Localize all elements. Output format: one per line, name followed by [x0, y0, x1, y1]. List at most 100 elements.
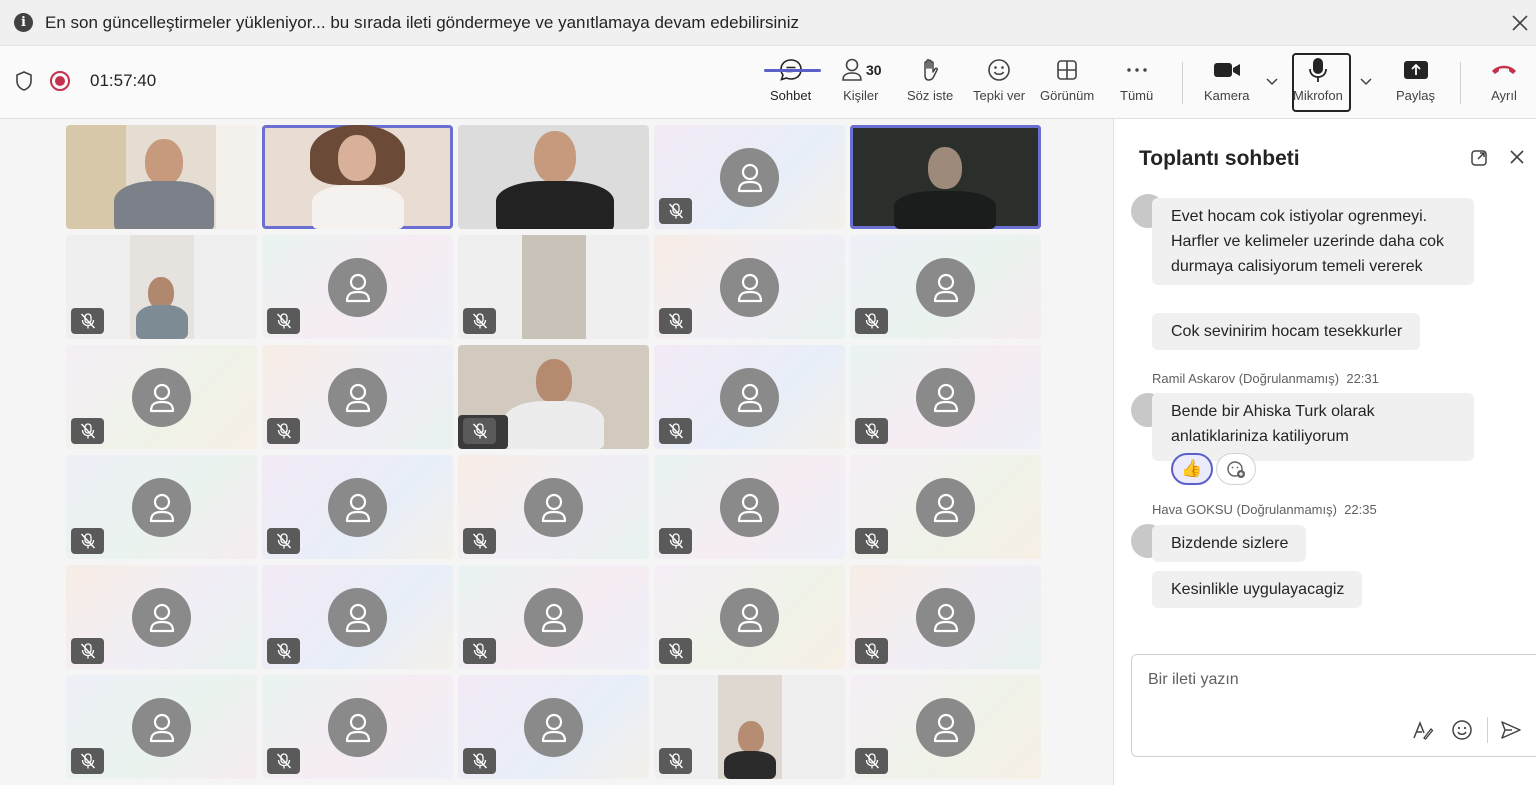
participant-avatar-tile[interactable] [262, 675, 453, 779]
mic-muted-icon [267, 638, 300, 664]
toolbar-separator [1460, 62, 1461, 104]
participant-video-tile[interactable] [66, 125, 257, 229]
thumbs-up-icon: 👍 [1181, 459, 1203, 478]
camera-button-label: Kamera [1204, 88, 1250, 103]
participant-avatar-tile[interactable] [66, 455, 257, 559]
mic-focus-outline [1292, 53, 1351, 112]
emoji-icon[interactable] [1450, 718, 1474, 742]
mic-muted-icon [71, 748, 104, 774]
participant-avatar-tile[interactable] [654, 455, 845, 559]
message-input[interactable] [1148, 671, 1508, 689]
participant-video-tile[interactable] [654, 675, 845, 779]
add-reaction-button[interactable] [1216, 453, 1256, 485]
mic-muted-icon [267, 418, 300, 444]
banner-close-icon[interactable] [1508, 11, 1532, 35]
participant-avatar [328, 478, 387, 537]
people-count: 30 [866, 62, 882, 78]
mic-muted-icon [71, 638, 104, 664]
participant-video-tile-speaking[interactable] [262, 125, 453, 229]
raise-hand-button[interactable]: Söz iste [907, 54, 953, 112]
participant-avatar [132, 588, 191, 647]
meeting-chat-panel: Toplantı sohbeti Evet hocam cok istiyola… [1113, 119, 1536, 785]
mic-muted-icon [71, 418, 104, 444]
mic-muted-icon [463, 528, 496, 554]
chat-message: Evet hocam cok istiyolar ogrenmeyi. Harf… [1152, 198, 1474, 285]
participant-avatar-tile[interactable] [66, 675, 257, 779]
mic-muted-icon [267, 308, 300, 334]
chat-message: Kesinlikle uygulayacagiz [1152, 571, 1363, 608]
leave-button-label: Ayrıl [1491, 88, 1517, 103]
people-button[interactable]: 30 Kişiler [840, 54, 882, 112]
participant-avatar-tile[interactable] [654, 565, 845, 669]
mic-muted-icon [659, 418, 692, 444]
leave-button[interactable]: Ayrıl [1490, 54, 1518, 112]
participant-avatar-tile[interactable] [458, 455, 649, 559]
more-button[interactable]: Tümü [1120, 54, 1153, 112]
chat-button[interactable]: Sohbet [770, 54, 811, 112]
camera-options-chevron-icon[interactable] [1265, 74, 1279, 88]
shield-icon[interactable] [14, 70, 34, 92]
participant-avatar-tile[interactable] [850, 675, 1041, 779]
participant-avatar-tile[interactable] [654, 345, 845, 449]
sender-name: Hava GOKSU (Doğrulanmamış) [1152, 502, 1337, 517]
participant-avatar [328, 258, 387, 317]
mic-muted-icon [267, 528, 300, 554]
participant-avatar-tile[interactable] [850, 455, 1041, 559]
recording-icon [50, 71, 70, 91]
participant-avatar [916, 698, 975, 757]
participant-figure [66, 125, 257, 229]
view-button-label: Görünüm [1040, 88, 1095, 103]
participant-avatar-tile[interactable] [262, 235, 453, 339]
message-compose-box[interactable] [1131, 654, 1536, 757]
mic-muted-icon [855, 418, 888, 444]
mic-muted-icon [463, 308, 496, 334]
close-icon[interactable] [1507, 147, 1527, 167]
video-grid [66, 125, 1043, 782]
participant-avatar-tile[interactable] [458, 675, 649, 779]
update-banner: i En son güncelleştirmeler yükleniyor...… [0, 0, 1536, 46]
share-button[interactable]: Paylaş [1396, 54, 1435, 112]
participant-video-tile[interactable] [458, 125, 649, 229]
share-screen-icon [1403, 61, 1428, 79]
react-button[interactable]: Tepki ver [973, 54, 1025, 112]
participant-avatar-tile[interactable] [262, 565, 453, 669]
participant-avatar-tile[interactable] [850, 345, 1041, 449]
chat-button-label: Sohbet [770, 88, 812, 103]
sender-name: Ramil Askarov (Doğrulanmamış) [1152, 371, 1340, 386]
like-reaction[interactable]: 👍 [1171, 453, 1213, 485]
pop-out-icon[interactable] [1469, 148, 1489, 168]
camera-button[interactable]: Kamera [1204, 54, 1250, 112]
participant-avatar-tile[interactable] [262, 345, 453, 449]
more-icon [1126, 68, 1147, 72]
mic-muted-icon [71, 528, 104, 554]
participant-avatar-tile[interactable] [66, 565, 257, 669]
participant-avatar-tile[interactable] [850, 565, 1041, 669]
more-button-label: Tümü [1120, 88, 1154, 103]
participant-avatar-tile[interactable] [66, 345, 257, 449]
grid-view-icon [1057, 60, 1077, 80]
participant-avatar-tile[interactable] [262, 455, 453, 559]
participant-video-tile[interactable] [458, 235, 649, 339]
participant-avatar [720, 148, 779, 207]
participant-avatar [916, 258, 975, 317]
format-icon[interactable] [1410, 718, 1434, 742]
participant-avatar [916, 368, 975, 427]
participant-video-tile[interactable] [66, 235, 257, 339]
participant-avatar-tile[interactable] [458, 565, 649, 669]
mic-options-chevron-icon[interactable] [1359, 74, 1373, 88]
mic-muted-icon [463, 638, 496, 664]
mic-muted-icon [463, 418, 496, 444]
participant-avatar-tile[interactable] [654, 235, 845, 339]
participant-avatar-tile[interactable] [850, 235, 1041, 339]
participant-figure [458, 125, 649, 229]
participant-video-tile-speaking[interactable] [850, 125, 1041, 229]
participant-avatar-tile[interactable] [654, 125, 845, 229]
participant-avatar [328, 698, 387, 757]
participant-figure [718, 675, 782, 779]
chat-title: Toplantı sohbeti [1139, 147, 1300, 170]
view-button[interactable]: Görünüm [1040, 54, 1094, 112]
participant-video-tile[interactable] [458, 345, 649, 449]
send-icon[interactable] [1499, 718, 1523, 742]
participant-avatar [524, 478, 583, 537]
participant-avatar [524, 698, 583, 757]
